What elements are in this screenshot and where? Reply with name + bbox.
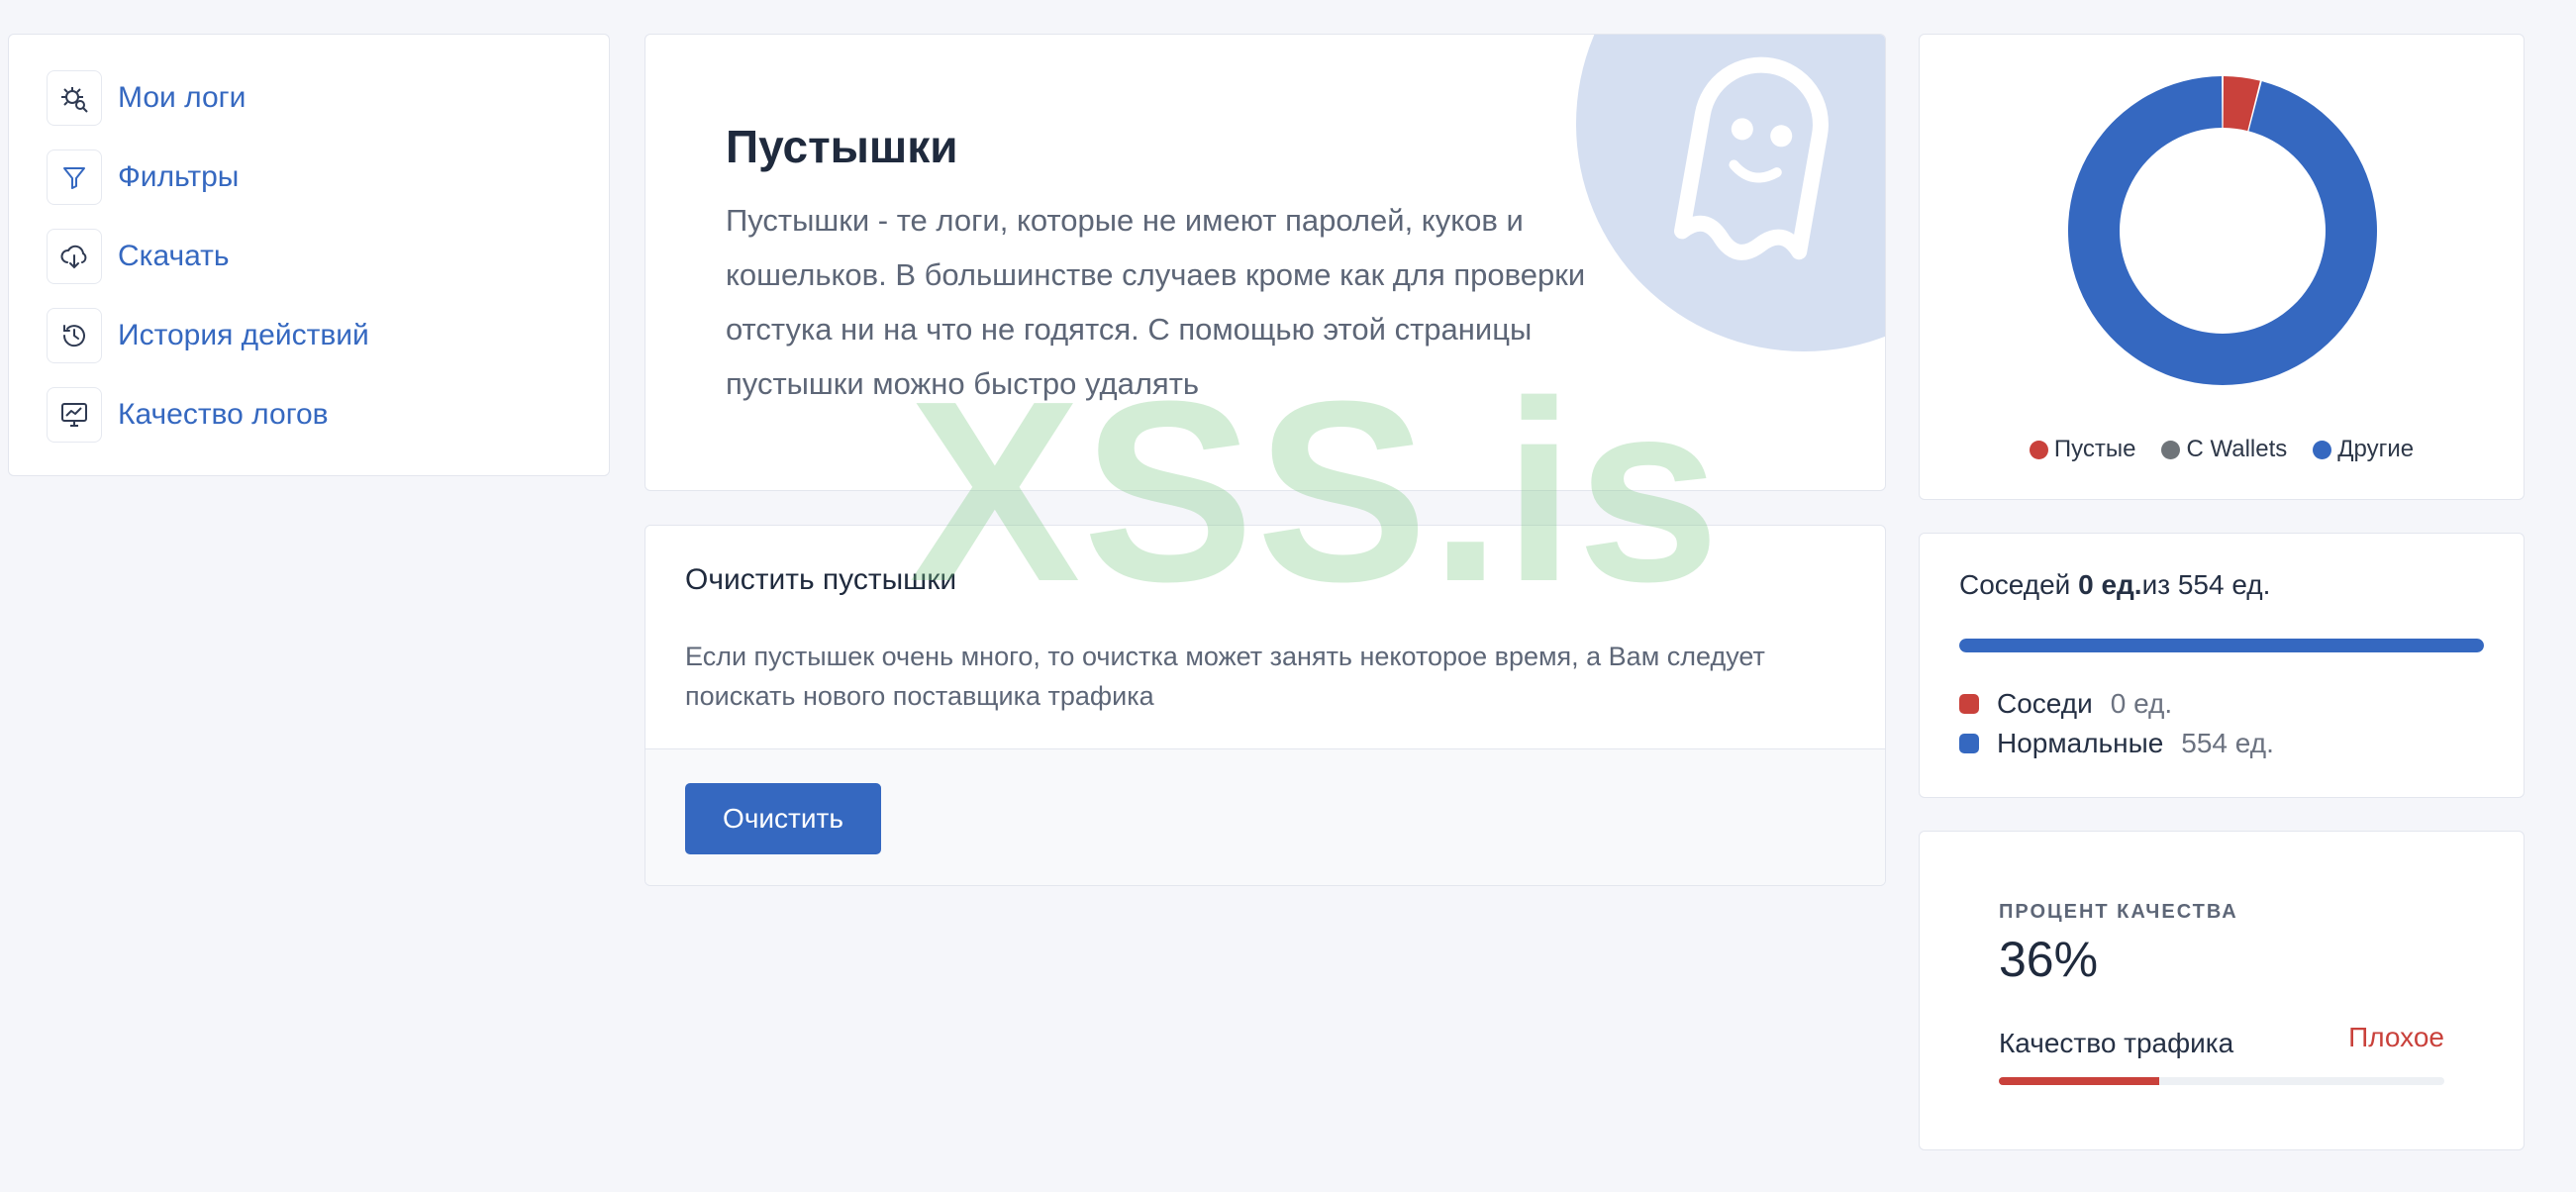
neighbors-row: Соседи 0 ед. [1959, 688, 2172, 720]
neighbors-progress-fill [1959, 639, 2484, 652]
clean-card-description: Если пустышек очень много, то очистка мо… [685, 642, 1765, 711]
sidebar-item-label: Фильтры [118, 160, 240, 193]
bug-search-icon [47, 70, 102, 126]
normal-row-value: 554 ед. [2181, 728, 2274, 758]
sidebar: Мои логи Фильтры Скачать История действи… [8, 34, 610, 476]
neighbors-count: 0 ед. [2078, 569, 2142, 600]
quality-progress-bar [1999, 1077, 2444, 1085]
quality-status: Плохое [2348, 1022, 2444, 1052]
legend-label: C Wallets [2186, 436, 2288, 462]
normal-dot [1959, 734, 1979, 753]
legend-item[interactable]: Пустые [2029, 436, 2136, 463]
legend-swatch [2029, 440, 2048, 459]
sidebar-item-label: История действий [118, 319, 369, 351]
history-icon [47, 308, 102, 363]
legend-swatch [2313, 440, 2332, 459]
donut-chart-card: Пустые C Wallets Другие [1919, 34, 2525, 500]
sidebar-item-label: Скачать [118, 240, 230, 272]
quality-card: ПРОЦЕНТ КАЧЕСТВА 36% Качество трафика Пл… [1919, 831, 2525, 1150]
legend-swatch [2161, 440, 2181, 459]
donut-slice-2 [2068, 76, 2377, 385]
donut-chart [2068, 76, 2377, 385]
neighbors-progress-bar [1959, 639, 2484, 652]
quality-label: Качество трафика [1999, 1028, 2234, 1058]
neighbors-suffix: из 554 ед. [2141, 569, 2271, 600]
ghost-icon [1674, 56, 1829, 260]
neighbors-row-value: 0 ед. [2110, 688, 2173, 719]
sidebar-item-log-quality[interactable]: Качество логов [47, 385, 329, 445]
legend-item[interactable]: Другие [2313, 436, 2414, 463]
legend-item[interactable]: C Wallets [2161, 436, 2287, 463]
quality-percent: 36% [1999, 932, 2099, 987]
normal-row-name: Нормальные [1997, 728, 2164, 758]
clean-card-footer: Очистить [645, 748, 1885, 885]
page-title: Пустышки [726, 121, 958, 172]
sidebar-item-label: Мои логи [118, 81, 247, 114]
sidebar-item-label: Качество логов [118, 398, 329, 431]
neighbors-dot [1959, 694, 1979, 714]
sidebar-item-my-logs[interactable]: Мои логи [47, 68, 246, 128]
neighbors-prefix: Соседей [1959, 569, 2071, 600]
info-card: Пустышки Пустышки - те логи, которые не … [644, 34, 1886, 491]
cloud-download-icon [47, 229, 102, 284]
filter-icon [47, 149, 102, 205]
normal-row: Нормальные 554 ед. [1959, 728, 2274, 759]
page-description: Пустышки - те логи, которые не имеют пар… [726, 203, 1586, 401]
sidebar-item-filters[interactable]: Фильтры [47, 148, 239, 207]
clean-button[interactable]: Очистить [685, 783, 881, 854]
quality-caption: ПРОЦЕНТ КАЧЕСТВА [1999, 901, 2238, 923]
sidebar-item-history[interactable]: История действий [47, 306, 369, 365]
legend-label: Пустые [2053, 436, 2136, 462]
neighbors-row-name: Соседи [1997, 688, 2093, 719]
clean-card: Очистить пустышки Если пустышек очень мн… [644, 525, 1886, 886]
quality-progress-fill [1999, 1077, 2159, 1085]
monitor-chart-icon [47, 387, 102, 443]
chart-legend: Пустые C Wallets Другие [1920, 436, 2524, 463]
legend-label: Другие [2337, 436, 2415, 462]
neighbors-card: Соседей 0 ед.из 554 ед. Соседи 0 ед. Нор… [1919, 533, 2525, 798]
clean-card-title: Очистить пустышки [685, 563, 957, 596]
neighbors-summary: Соседей 0 ед.из 554 ед. [1959, 569, 2270, 601]
sidebar-item-download[interactable]: Скачать [47, 227, 230, 286]
